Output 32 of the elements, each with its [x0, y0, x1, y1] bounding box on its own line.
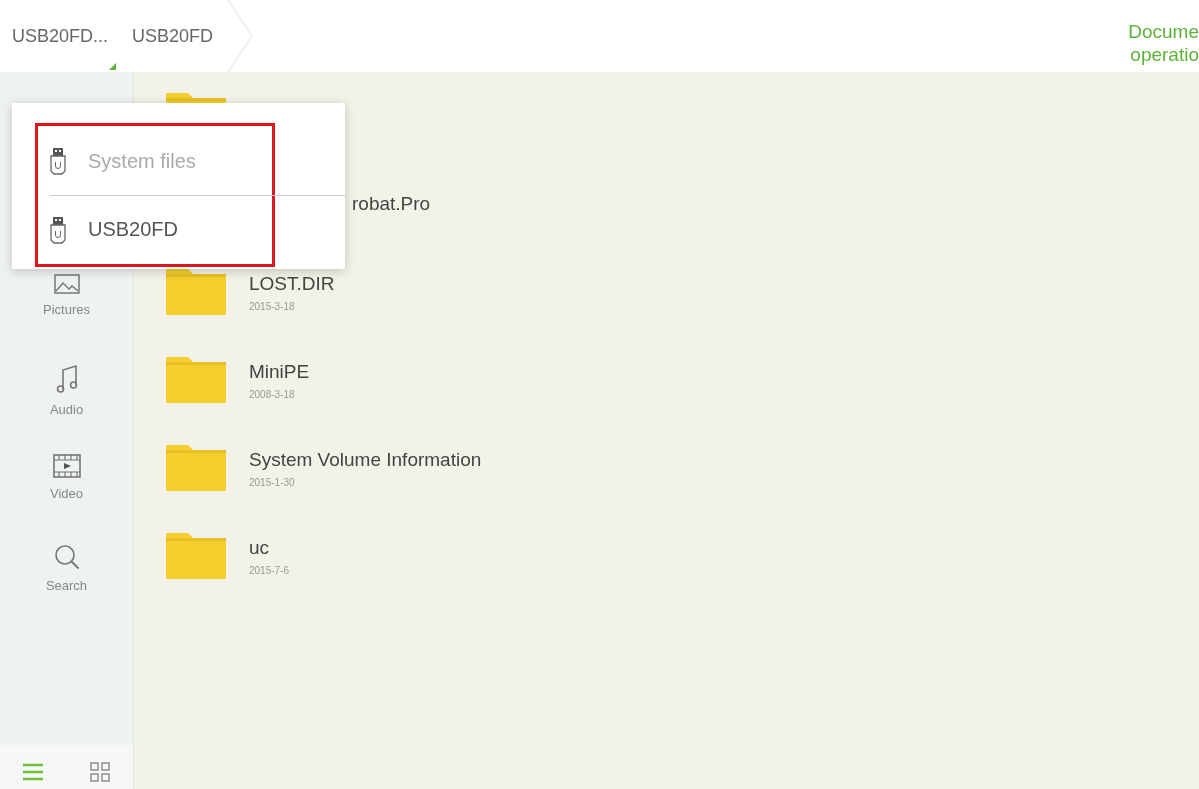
- folder-icon: [166, 445, 226, 491]
- music-note-icon: [55, 364, 78, 394]
- folder-name[interactable]: uc: [249, 536, 290, 559]
- folder-icon: [166, 269, 226, 315]
- folder-icon: [166, 533, 226, 579]
- sidebar-item[interactable]: Search: [0, 544, 133, 634]
- folder-name[interactable]: MiniPE: [249, 360, 310, 383]
- picture-icon: [53, 274, 80, 294]
- folder-date: 2015-7-6: [249, 564, 290, 576]
- sidebar-item[interactable]: Pictures: [0, 274, 133, 364]
- grid-view-icon[interactable]: [89, 762, 110, 782]
- search-icon: [53, 544, 80, 570]
- sidebar-label: Pictures: [43, 302, 90, 317]
- storage-menu-item[interactable]: USB20FD: [50, 195, 345, 263]
- usb-drive-icon: [50, 147, 66, 175]
- folder-name[interactable]: LOST.DIR: [249, 272, 335, 295]
- list-view-icon[interactable]: [22, 762, 45, 782]
- folder-date: 2008-3-18: [249, 388, 296, 400]
- sidebar-item[interactable]: Audio: [0, 364, 133, 454]
- film-icon: [52, 454, 81, 478]
- folder-name[interactable]: robat.Pro: [352, 193, 431, 215]
- usb-drive-icon: [50, 215, 66, 244]
- folder-date: 2015-1-30: [249, 476, 296, 488]
- sidebar-label: Audio: [49, 402, 84, 417]
- breadcrumb-item[interactable]: USB20FD...: [0, 0, 121, 72]
- folder-date: 2015-3-18: [249, 300, 296, 312]
- sidebar-label: Video: [50, 486, 83, 501]
- folder-icon: [166, 357, 226, 403]
- sidebar-label: Search: [45, 578, 88, 593]
- breadcrumb-item[interactable]: USB20FD: [120, 0, 254, 72]
- folder-name[interactable]: System Volume Information: [249, 448, 482, 471]
- sidebar-item[interactable]: Video: [0, 454, 133, 544]
